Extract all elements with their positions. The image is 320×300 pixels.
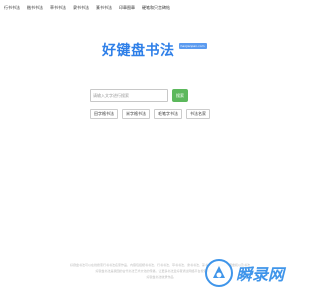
- nav-item-zhuanshu[interactable]: 篆书书法: [96, 5, 112, 11]
- search-button[interactable]: 搜索: [172, 89, 188, 102]
- nav-item-stele[interactable]: 硬笔和只言碑帖: [142, 5, 170, 11]
- watermark-text: 瞬录网: [235, 265, 284, 284]
- domain-badge: haojianpan.com: [178, 43, 207, 49]
- nav-item-seal[interactable]: 印章图章: [119, 5, 135, 11]
- tab-tianzige[interactable]: 田字格书法: [90, 109, 118, 119]
- tab-mizige[interactable]: 米字格书法: [122, 109, 150, 119]
- tab-maobi[interactable]: 毛笔字书法: [154, 109, 182, 119]
- page: 行书书法 楷书书法 草书书法 隶书书法 篆书书法 印章图章 硬笔和只言碑帖 好键…: [0, 0, 300, 300]
- nav-item-kaishu[interactable]: 楷书书法: [27, 5, 43, 11]
- top-nav: 行书书法 楷书书法 草书书法 隶书书法 篆书书法 印章图章 硬笔和只言碑帖: [4, 5, 170, 11]
- search-input[interactable]: [90, 89, 168, 102]
- site-logo[interactable]: 好键盘书法 haojianpan.com: [102, 40, 207, 60]
- nav-item-xingshu[interactable]: 行书书法: [4, 5, 20, 11]
- font-type-tabs: 田字格书法 米字格书法 毛笔字书法 书法名家: [90, 109, 210, 119]
- site-title: 好键盘书法: [102, 43, 175, 59]
- nav-item-caoshu[interactable]: 草书书法: [50, 5, 66, 11]
- watermark: 瞬录网: [204, 258, 284, 288]
- nav-item-lishu[interactable]: 隶书书法: [73, 5, 89, 11]
- watermark-logo-icon: [204, 259, 233, 287]
- search-bar: 搜索: [90, 89, 188, 102]
- tab-famous[interactable]: 书法名家: [186, 109, 210, 119]
